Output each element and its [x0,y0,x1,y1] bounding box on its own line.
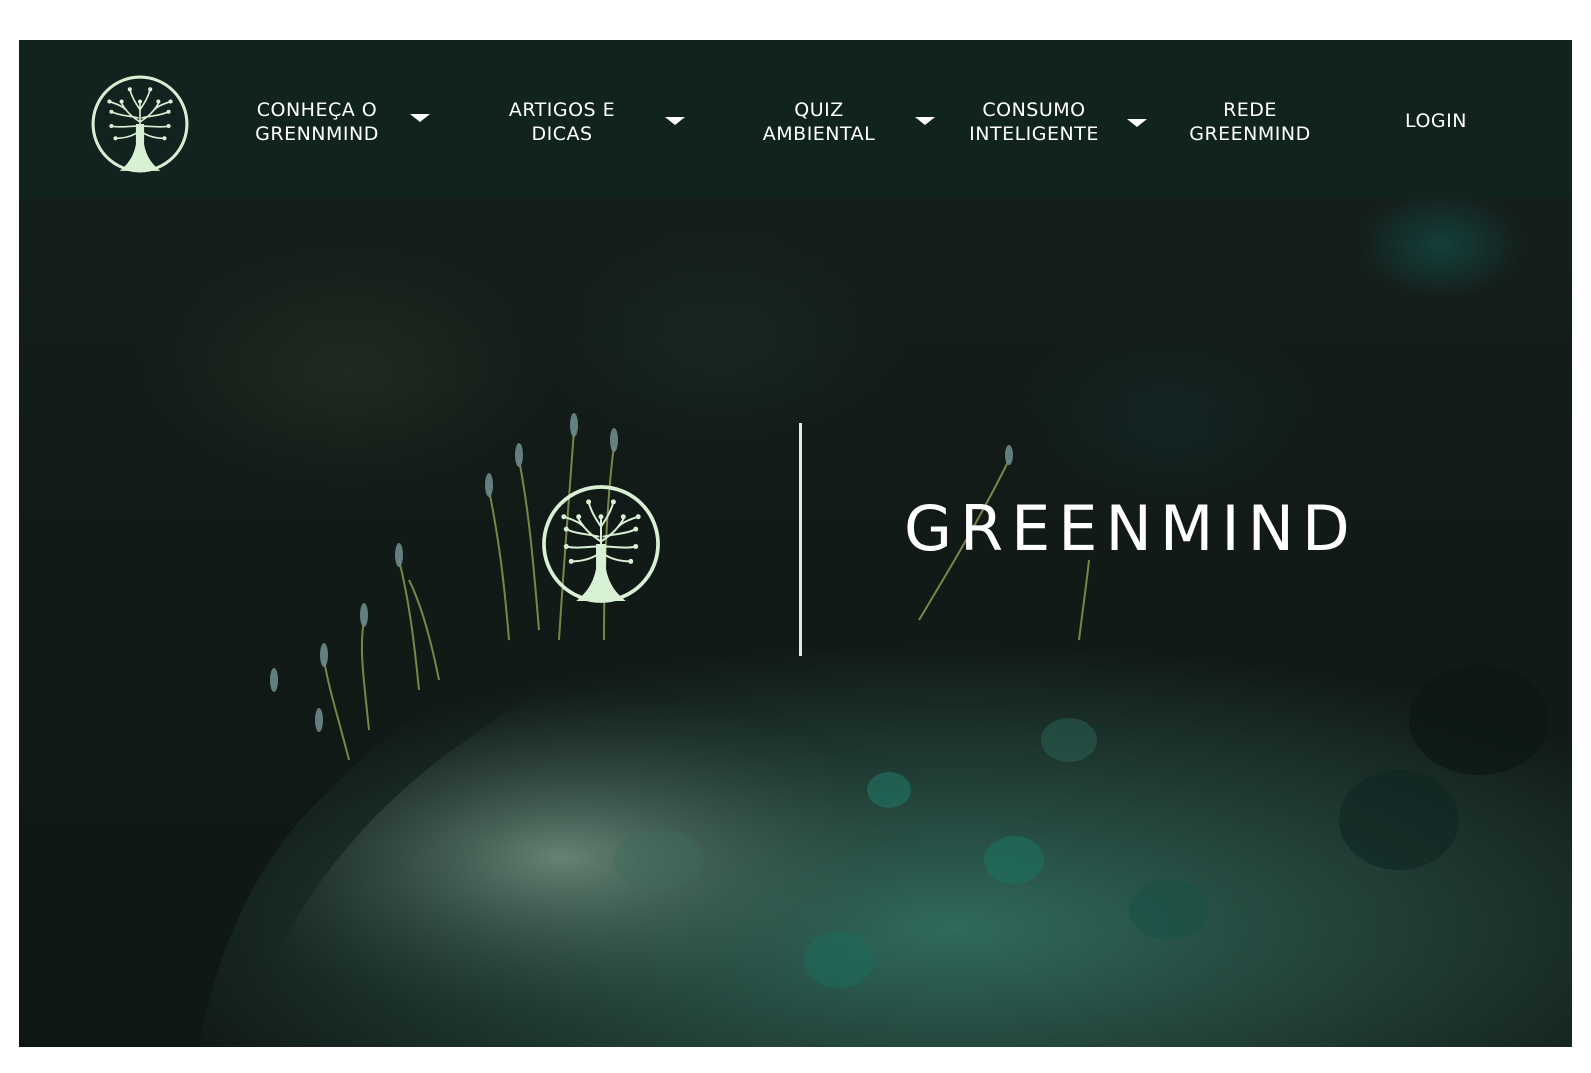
nav-item-label-line1: QUIZ [794,99,844,121]
nav-item-label-line2: GREENMIND [1189,123,1311,145]
nav-item-label-line2: DICAS [531,123,593,145]
nav-item-consumo-inteligente[interactable]: CONSUMO INTELIGENTE [957,98,1111,146]
nav-item-label-line2: INTELIGENTE [969,123,1099,145]
nav-item-rede-greenmind[interactable]: REDE GREENMIND [1179,98,1321,146]
tree-of-life-logo-icon[interactable] [89,73,191,175]
nav-item-artigos-dicas[interactable]: ARTIGOS E DICAS [497,98,627,146]
nav-item-quiz-ambiental[interactable]: QUIZ AMBIENTAL [754,98,884,146]
caret-down-icon[interactable] [410,114,430,122]
nav-item-label-line1: CONSUMO [982,99,1086,121]
tree-of-life-hero-logo-icon [539,482,663,606]
nav-item-label-line1: CONHEÇA O [256,99,378,121]
caret-down-icon[interactable] [1127,119,1147,127]
hero-divider [799,423,802,656]
login-link[interactable]: LOGIN [1381,109,1491,133]
page-frame: CONHEÇA O GRENNMIND ARTIGOS E DICAS QUIZ… [19,40,1572,1047]
caret-down-icon[interactable] [665,117,685,125]
caret-down-icon[interactable] [915,117,935,125]
nav-item-label-line1: REDE [1223,99,1277,121]
hero-title: GREENMIND [904,492,1358,565]
nav-item-label-line2: GRENNMIND [255,123,379,145]
nav-item-conheca-greenmind[interactable]: CONHEÇA O GRENNMIND [247,98,387,146]
top-navbar: CONHEÇA O GRENNMIND ARTIGOS E DICAS QUIZ… [19,40,1572,198]
nav-item-label-line1: ARTIGOS E [508,99,616,121]
nav-item-label-line2: AMBIENTAL [762,123,876,145]
